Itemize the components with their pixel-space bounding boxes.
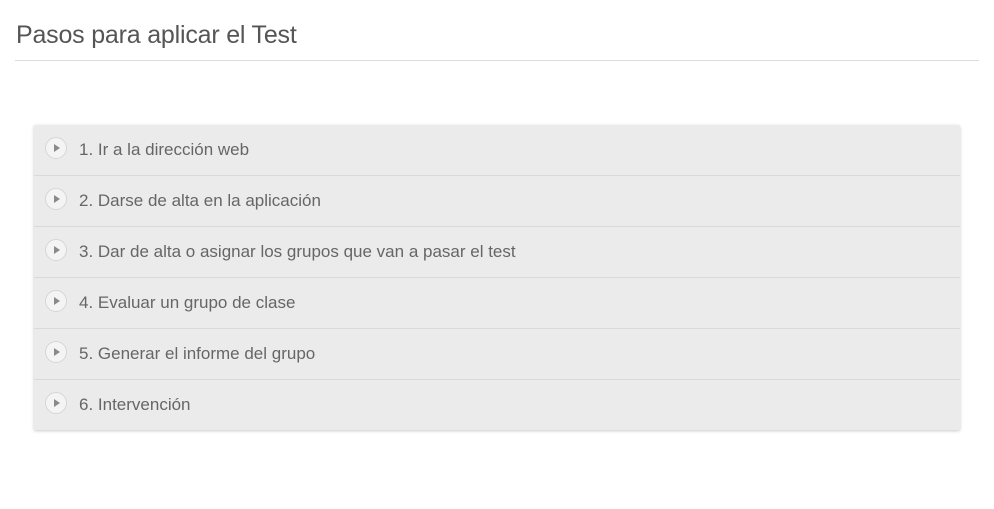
accordion-item-step-1[interactable]: 1. Ir a la dirección web [34, 125, 960, 176]
accordion-item-step-3[interactable]: 3. Dar de alta o asignar los grupos que … [34, 227, 960, 278]
accordion-item-step-2[interactable]: 2. Darse de alta en la aplicación [34, 176, 960, 227]
accordion-item-label: 4. Evaluar un grupo de clase [79, 293, 296, 312]
play-triangle-icon[interactable] [45, 137, 67, 159]
play-triangle-icon[interactable] [45, 341, 67, 363]
play-triangle-icon[interactable] [45, 392, 67, 414]
accordion-item-step-6[interactable]: 6. Intervención [34, 380, 960, 430]
accordion-item-label: 2. Darse de alta en la aplicación [79, 191, 321, 210]
accordion-item-label: 1. Ir a la dirección web [79, 140, 250, 159]
accordion-item-label: 5. Generar el informe del grupo [79, 344, 316, 363]
accordion-item-step-5[interactable]: 5. Generar el informe del grupo [34, 329, 960, 380]
page-header: Pasos para aplicar el Test [15, 0, 979, 61]
page: Pasos para aplicar el Test 1. Ir a la di… [0, 0, 994, 509]
accordion-item-step-4[interactable]: 4. Evaluar un grupo de clase [34, 278, 960, 329]
play-triangle-icon[interactable] [45, 290, 67, 312]
page-title: Pasos para aplicar el Test [16, 21, 297, 49]
play-triangle-icon[interactable] [45, 188, 67, 210]
accordion-item-label: 6. Intervención [79, 395, 191, 414]
steps-accordion: 1. Ir a la dirección web 2. Darse de alt… [34, 125, 960, 430]
play-triangle-icon[interactable] [45, 239, 67, 261]
accordion-item-label: 3. Dar de alta o asignar los grupos que … [79, 242, 516, 261]
